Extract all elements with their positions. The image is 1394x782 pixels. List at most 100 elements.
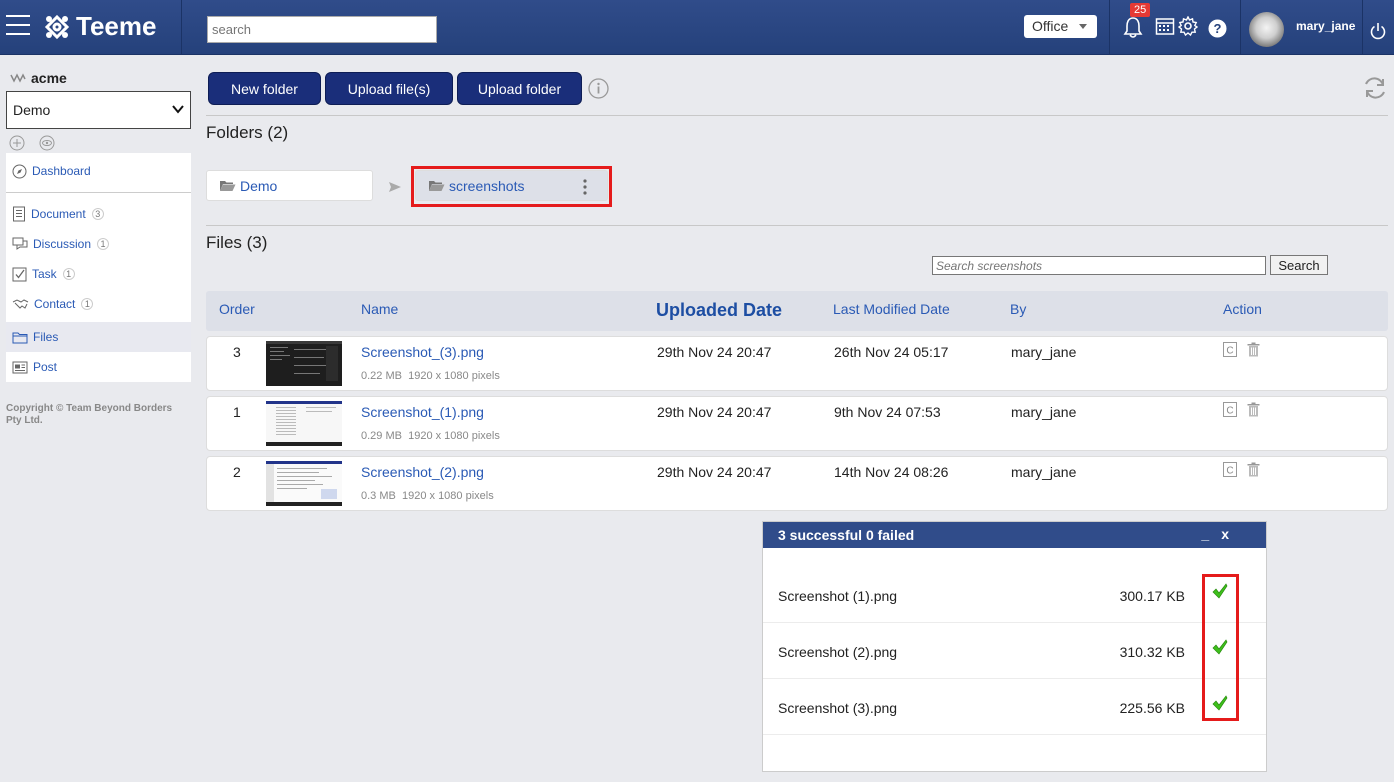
upload-item: Screenshot (3).png 225.56 KB bbox=[763, 679, 1266, 735]
divider bbox=[1109, 0, 1110, 55]
file-size: 0.3 MB bbox=[361, 490, 396, 502]
svg-text:C: C bbox=[1226, 346, 1233, 357]
sidebar-item-label: Dashboard bbox=[32, 164, 91, 178]
sidebar-item-files[interactable]: Files bbox=[6, 322, 191, 352]
file-order: 3 bbox=[233, 344, 241, 360]
file-size: 0.29 MB bbox=[361, 430, 402, 442]
column-by[interactable]: By bbox=[1010, 301, 1026, 317]
refresh-icon[interactable] bbox=[1362, 76, 1388, 100]
org-title: acme bbox=[10, 70, 67, 86]
copy-icon[interactable]: C bbox=[1223, 342, 1237, 357]
info-icon[interactable] bbox=[588, 78, 609, 99]
sidebar-item-contact[interactable]: Contact 1 bbox=[6, 289, 191, 319]
folder-open-icon bbox=[220, 181, 236, 191]
app-logo[interactable]: Teeme bbox=[44, 11, 156, 42]
divider bbox=[6, 192, 191, 193]
sidebar-item-label: Discussion bbox=[33, 237, 92, 251]
sidebar-item-label: Files bbox=[33, 330, 59, 344]
arrow-right-icon bbox=[389, 182, 401, 192]
trash-icon[interactable] bbox=[1247, 342, 1260, 357]
global-search-input[interactable] bbox=[207, 16, 437, 43]
upload-file-size: 310.32 KB bbox=[1119, 644, 1185, 660]
file-thumbnail[interactable] bbox=[266, 401, 342, 446]
sidebar-item-post[interactable]: Post bbox=[6, 352, 191, 382]
new-folder-button[interactable]: New folder bbox=[208, 72, 321, 105]
teeme-logo-icon bbox=[44, 14, 70, 39]
sidebar-item-task[interactable]: Task 1 bbox=[6, 259, 191, 289]
eye-icon[interactable] bbox=[39, 135, 55, 151]
chat-icon bbox=[12, 237, 28, 250]
upload-file-name: Screenshot (3).png bbox=[778, 700, 898, 716]
file-thumbnail[interactable] bbox=[266, 461, 342, 506]
close-button[interactable]: x bbox=[1221, 526, 1241, 542]
post-icon bbox=[12, 361, 28, 373]
workspace-select[interactable]: Demo bbox=[6, 91, 191, 129]
file-name-link[interactable]: Screenshot_(2).png bbox=[361, 464, 484, 480]
column-last-modified[interactable]: Last Modified Date bbox=[833, 301, 950, 317]
file-search-input[interactable] bbox=[932, 256, 1266, 275]
bell-icon[interactable] bbox=[1123, 16, 1143, 38]
handshake-icon bbox=[12, 299, 29, 309]
divider bbox=[1240, 0, 1241, 55]
column-order[interactable]: Order bbox=[219, 301, 255, 317]
svg-text:C: C bbox=[1226, 466, 1233, 477]
gear-icon[interactable] bbox=[1178, 16, 1198, 36]
file-owner: mary_jane bbox=[1011, 404, 1077, 420]
avatar[interactable] bbox=[1249, 12, 1284, 47]
menu-icon[interactable] bbox=[6, 15, 30, 37]
table-header: Order Name Uploaded Date Last Modified D… bbox=[206, 291, 1388, 331]
file-owner: mary_jane bbox=[1011, 464, 1077, 480]
files-heading: Files (3) bbox=[206, 233, 268, 252]
upload-folder-button[interactable]: Upload folder bbox=[457, 72, 582, 105]
count-badge: 1 bbox=[62, 268, 75, 280]
column-name[interactable]: Name bbox=[361, 301, 398, 317]
trash-icon[interactable] bbox=[1247, 402, 1260, 417]
office-dropdown[interactable]: Office bbox=[1024, 15, 1097, 38]
sidebar-item-discussion[interactable]: Discussion 1 bbox=[6, 229, 191, 259]
count-badge: 3 bbox=[91, 208, 104, 220]
highlight-box bbox=[1202, 574, 1239, 721]
copy-icon[interactable]: C bbox=[1223, 462, 1237, 477]
highlight-box bbox=[411, 166, 612, 207]
file-name-link[interactable]: Screenshot_(1).png bbox=[361, 404, 484, 420]
file-search-button[interactable]: Search bbox=[1270, 255, 1328, 275]
help-icon[interactable]: ? bbox=[1208, 19, 1227, 38]
file-actions: C bbox=[1223, 462, 1260, 477]
sidebar-item-label: Document bbox=[31, 207, 86, 221]
file-dimensions: 1920 x 1080 pixels bbox=[401, 490, 494, 502]
caret-down-icon bbox=[1079, 24, 1087, 29]
count-badge: 1 bbox=[97, 238, 110, 250]
chevron-down-icon bbox=[172, 105, 184, 114]
upload-files-button[interactable]: Upload file(s) bbox=[325, 72, 453, 105]
copy-icon[interactable]: C bbox=[1223, 402, 1237, 417]
file-thumbnail[interactable] bbox=[266, 341, 342, 386]
sidebar-item-document[interactable]: Document 3 bbox=[6, 199, 191, 229]
file-modified-date: 14th Nov 24 08:26 bbox=[834, 464, 949, 480]
document-icon bbox=[13, 206, 25, 222]
column-uploaded-date[interactable]: Uploaded Date bbox=[656, 300, 782, 321]
svg-text:C: C bbox=[1226, 406, 1233, 417]
minimize-button[interactable]: _ bbox=[1201, 526, 1221, 542]
file-dimensions: 1920 x 1080 pixels bbox=[408, 370, 500, 382]
table-row: 3 Screenshot_(3).png 0.22 MB 1920 x 1080… bbox=[206, 336, 1388, 391]
add-circle-icon[interactable] bbox=[9, 135, 25, 151]
upload-file-size: 225.56 KB bbox=[1119, 700, 1185, 716]
sidebar-item-dashboard[interactable]: Dashboard bbox=[6, 153, 191, 189]
org-name: acme bbox=[31, 70, 67, 86]
office-label: Office bbox=[1032, 18, 1069, 34]
notification-badge: 25 bbox=[1130, 3, 1151, 17]
power-icon[interactable] bbox=[1370, 22, 1386, 40]
file-name-link[interactable]: Screenshot_(3).png bbox=[361, 344, 484, 360]
calendar-icon[interactable] bbox=[1155, 16, 1175, 36]
file-modified-date: 9th Nov 24 07:53 bbox=[834, 404, 941, 420]
divider bbox=[181, 0, 182, 55]
file-modified-date: 26th Nov 24 05:17 bbox=[834, 344, 949, 360]
username[interactable]: mary_jane bbox=[1296, 19, 1355, 33]
folder-icon bbox=[12, 332, 28, 343]
sidebar-item-label: Contact bbox=[34, 297, 76, 311]
folder-item-demo[interactable]: Demo bbox=[206, 170, 373, 201]
file-uploaded-date: 29th Nov 24 20:47 bbox=[657, 404, 772, 420]
file-actions: C bbox=[1223, 342, 1260, 357]
upload-file-name: Screenshot (1).png bbox=[778, 588, 898, 604]
trash-icon[interactable] bbox=[1247, 462, 1260, 477]
